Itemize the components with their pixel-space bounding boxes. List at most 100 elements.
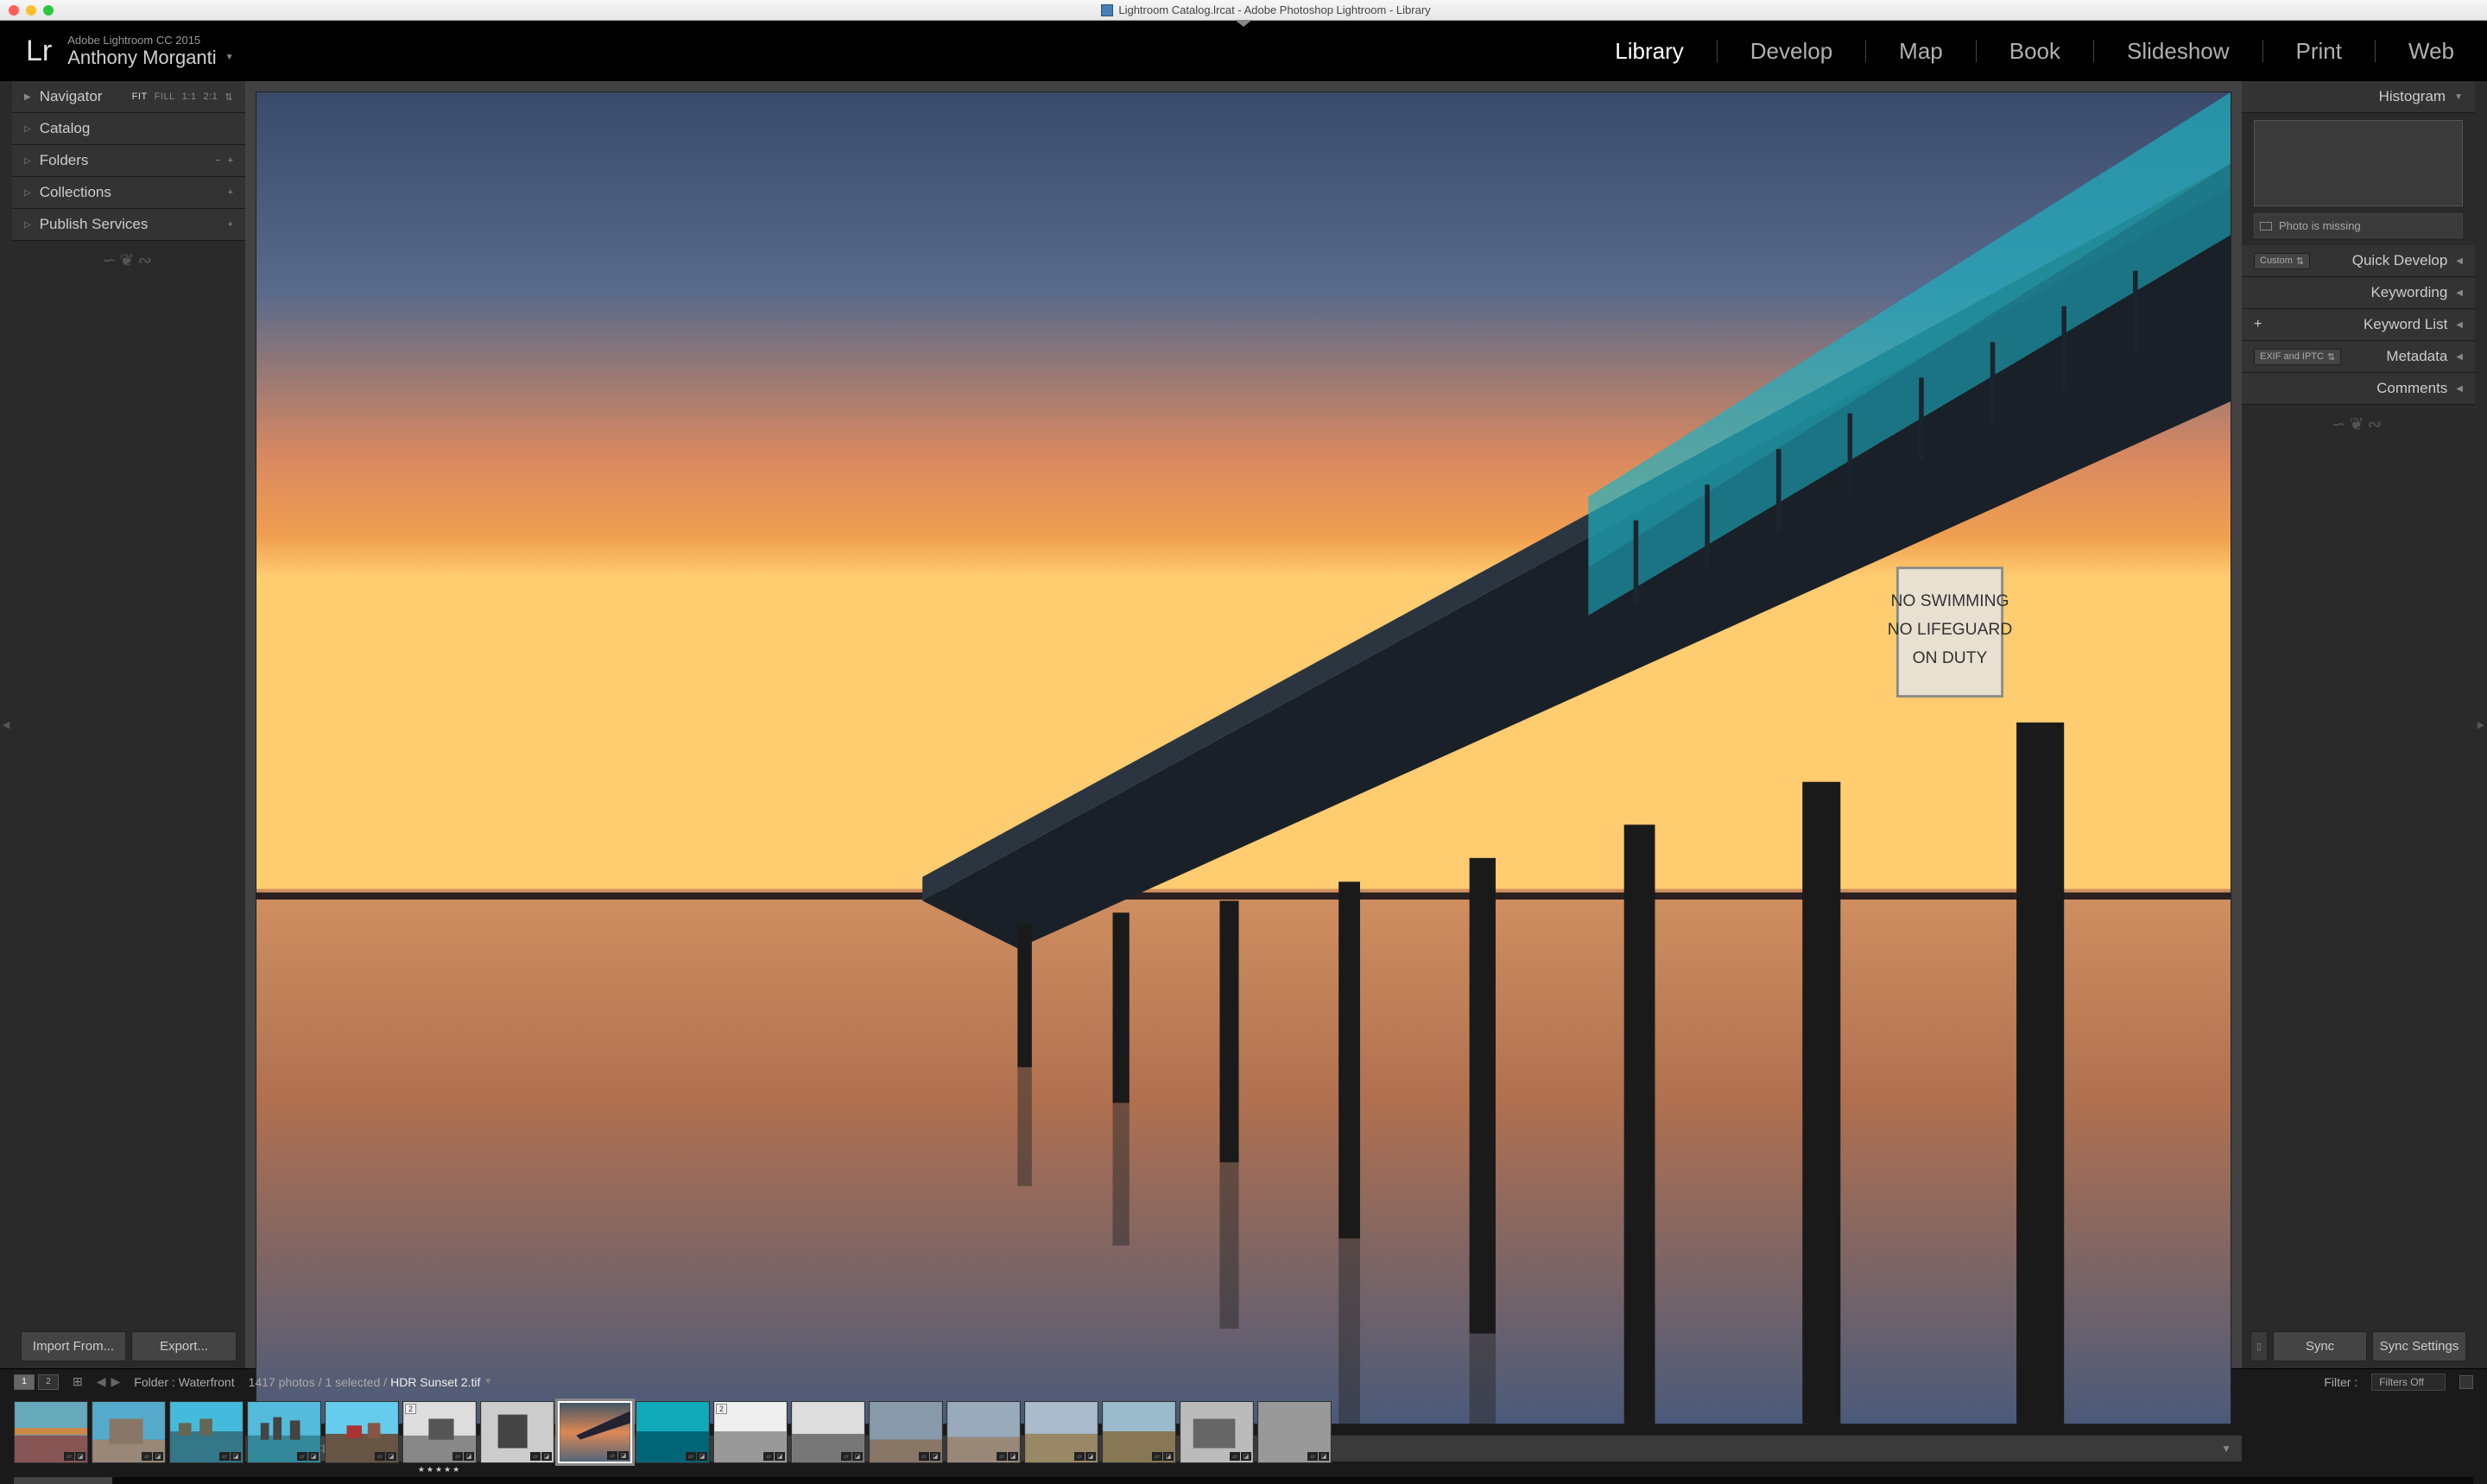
keywording-section[interactable]: Keywording ◀: [2242, 277, 2475, 309]
comments-section[interactable]: Comments ◀: [2242, 373, 2475, 405]
minimize-window-button[interactable]: [26, 5, 36, 16]
filmstrip-thumb[interactable]: ▱◪: [1102, 1401, 1176, 1463]
metadata-label: Metadata: [2341, 348, 2447, 365]
filmstrip-scrollbar[interactable]: [14, 1477, 2473, 1484]
quick-develop-section[interactable]: Custom⇅ Quick Develop ◀: [2242, 245, 2475, 277]
module-map[interactable]: Map: [1892, 38, 1950, 65]
keywording-label: Keywording: [2254, 284, 2447, 301]
toolbar-menu-button[interactable]: ▼: [2221, 1443, 2231, 1455]
filmstrip-thumb[interactable]: ▱◪: [636, 1401, 710, 1463]
folders-plus-button[interactable]: +: [228, 155, 233, 166]
catalog-section[interactable]: ▷ Catalog: [12, 113, 245, 145]
header-collapse-handle[interactable]: [1235, 20, 1252, 27]
filmstrip-thumb[interactable]: 2▱◪★★★★★: [402, 1401, 477, 1463]
filmstrip-thumb[interactable]: ▱◪: [869, 1401, 943, 1463]
module-book[interactable]: Book: [2003, 38, 2067, 65]
module-picker: Library Develop Map Book Slideshow Print…: [1608, 38, 2461, 65]
filmstrip-thumb[interactable]: 2▱◪: [713, 1401, 788, 1463]
comments-label: Comments: [2254, 380, 2447, 397]
main-image: NO SWIMMING NO LIFEGUARD ON DUTY: [256, 92, 2231, 1424]
identity-plate: Lr Adobe Lightroom CC 2015 Anthony Morga…: [26, 34, 234, 69]
filmstrip-thumb[interactable]: ▱◪: [558, 1401, 632, 1463]
disclosure-icon: ▷: [24, 124, 31, 134]
quick-develop-preset[interactable]: Custom⇅: [2254, 253, 2310, 269]
selected-count: 1 selected /: [325, 1375, 387, 1389]
filter-preset-select[interactable]: Filters Off: [2371, 1373, 2446, 1391]
keyword-list-section[interactable]: + Keyword List ◀: [2242, 309, 2475, 341]
identity-menu-icon: ▼: [225, 53, 234, 62]
folders-minus-button[interactable]: −: [215, 155, 220, 166]
nav-fill[interactable]: FILL: [155, 92, 175, 102]
display-2-button[interactable]: 2: [38, 1374, 59, 1390]
metadata-preset[interactable]: EXIF and IPTC⇅: [2254, 349, 2341, 365]
image-viewer[interactable]: NO SWIMMING NO LIFEGUARD ON DUTY: [245, 81, 2242, 1435]
navigator-zoom-options: FIT FILL 1:1 2:1 ⇅: [132, 92, 233, 103]
filmstrip-thumb[interactable]: ▱◪: [946, 1401, 1021, 1463]
display-1-button[interactable]: 1: [14, 1374, 35, 1390]
document-icon: [1101, 4, 1113, 16]
panel-ornament: ∽❦∾: [12, 241, 245, 280]
disclosure-icon: ◀: [2456, 256, 2463, 266]
sync-lock-toggle[interactable]: ▯: [2250, 1331, 2268, 1361]
filter-label: Filter :: [2324, 1375, 2357, 1389]
nav-history: ◀ ▶: [97, 1374, 121, 1389]
right-panel-toggle[interactable]: ▶: [2475, 81, 2487, 1368]
module-slideshow[interactable]: Slideshow: [2120, 38, 2237, 65]
module-web[interactable]: Web: [2402, 38, 2461, 65]
close-window-button[interactable]: [9, 5, 19, 16]
app-header: Lr Adobe Lightroom CC 2015 Anthony Morga…: [0, 21, 2487, 81]
filename-menu-icon[interactable]: ▼: [484, 1377, 492, 1386]
module-library[interactable]: Library: [1608, 38, 1690, 65]
metadata-section[interactable]: EXIF and IPTC⇅ Metadata ◀: [2242, 341, 2475, 373]
export-button[interactable]: Export...: [131, 1331, 237, 1361]
filmstrip-thumb[interactable]: ▱◪: [1257, 1401, 1332, 1463]
quick-develop-label: Quick Develop: [2310, 252, 2447, 269]
photo-count: 1417 photos /: [249, 1375, 322, 1389]
module-print[interactable]: Print: [2289, 38, 2349, 65]
import-button[interactable]: Import From...: [21, 1331, 126, 1361]
disclosure-icon: ▷: [24, 188, 31, 198]
secondary-display-toggle: 1 2: [14, 1374, 59, 1390]
filmstrip-thumb[interactable]: ▱◪: [480, 1401, 554, 1463]
filmstrip-thumb[interactable]: ▱◪: [1180, 1401, 1254, 1463]
collections-plus-button[interactable]: +: [228, 187, 233, 198]
nav-fit[interactable]: FIT: [132, 92, 148, 102]
histogram-section[interactable]: Histogram ▼: [2242, 81, 2475, 113]
nav-2-1[interactable]: 2:1: [203, 92, 218, 102]
disclosure-icon: ▼: [2454, 92, 2463, 102]
lightroom-logo: Lr: [26, 35, 52, 68]
module-develop[interactable]: Develop: [1743, 38, 1839, 65]
identity-user[interactable]: Anthony Morganti ▼: [67, 47, 233, 69]
filmstrip-thumb[interactable]: ▱◪: [92, 1401, 166, 1463]
panel-ornament: ∽❦∾: [2242, 405, 2475, 444]
current-filename: HDR Sunset 2.tif: [390, 1375, 480, 1389]
scrollbar-thumb[interactable]: [14, 1477, 112, 1484]
sync-button[interactable]: Sync: [2273, 1331, 2367, 1361]
collections-section[interactable]: ▷ Collections +: [12, 177, 245, 209]
filmstrip-thumb[interactable]: ▱◪: [169, 1401, 244, 1463]
grid-shortcut-icon[interactable]: ⊞: [73, 1374, 83, 1389]
filmstrip-thumb[interactable]: ▱◪: [247, 1401, 321, 1463]
nav-zoom-stepper[interactable]: ⇅: [225, 92, 233, 103]
left-panel-toggle[interactable]: ◀: [0, 81, 12, 1368]
filmstrip-thumb[interactable]: ▱◪: [325, 1401, 399, 1463]
maximize-window-button[interactable]: [43, 5, 54, 16]
histogram-display: [2254, 120, 2463, 206]
filmstrip-thumb[interactable]: ▱◪: [791, 1401, 865, 1463]
navigator-section[interactable]: ▶ Navigator FIT FILL 1:1 2:1 ⇅: [12, 81, 245, 113]
keyword-add-button[interactable]: +: [2254, 317, 2262, 332]
publish-label: Publish Services: [40, 216, 149, 233]
filmstrip-thumb[interactable]: ▱◪: [14, 1401, 88, 1463]
source-path[interactable]: Folder : Waterfront: [134, 1375, 234, 1389]
folders-section[interactable]: ▷ Folders − +: [12, 145, 245, 177]
sync-settings-button[interactable]: Sync Settings: [2372, 1331, 2466, 1361]
publish-plus-button[interactable]: +: [228, 219, 233, 230]
nav-forward-button[interactable]: ▶: [111, 1374, 121, 1389]
window-title-text: Lightroom Catalog.lrcat - Adobe Photosho…: [1118, 3, 1430, 16]
filmstrip-thumb[interactable]: ▱◪: [1024, 1401, 1098, 1463]
nav-back-button[interactable]: ◀: [97, 1374, 106, 1389]
window-title: Lightroom Catalog.lrcat - Adobe Photosho…: [54, 3, 2478, 16]
filter-lock-toggle[interactable]: [2459, 1375, 2473, 1389]
publish-section[interactable]: ▷ Publish Services +: [12, 209, 245, 241]
nav-1-1[interactable]: 1:1: [182, 92, 197, 102]
